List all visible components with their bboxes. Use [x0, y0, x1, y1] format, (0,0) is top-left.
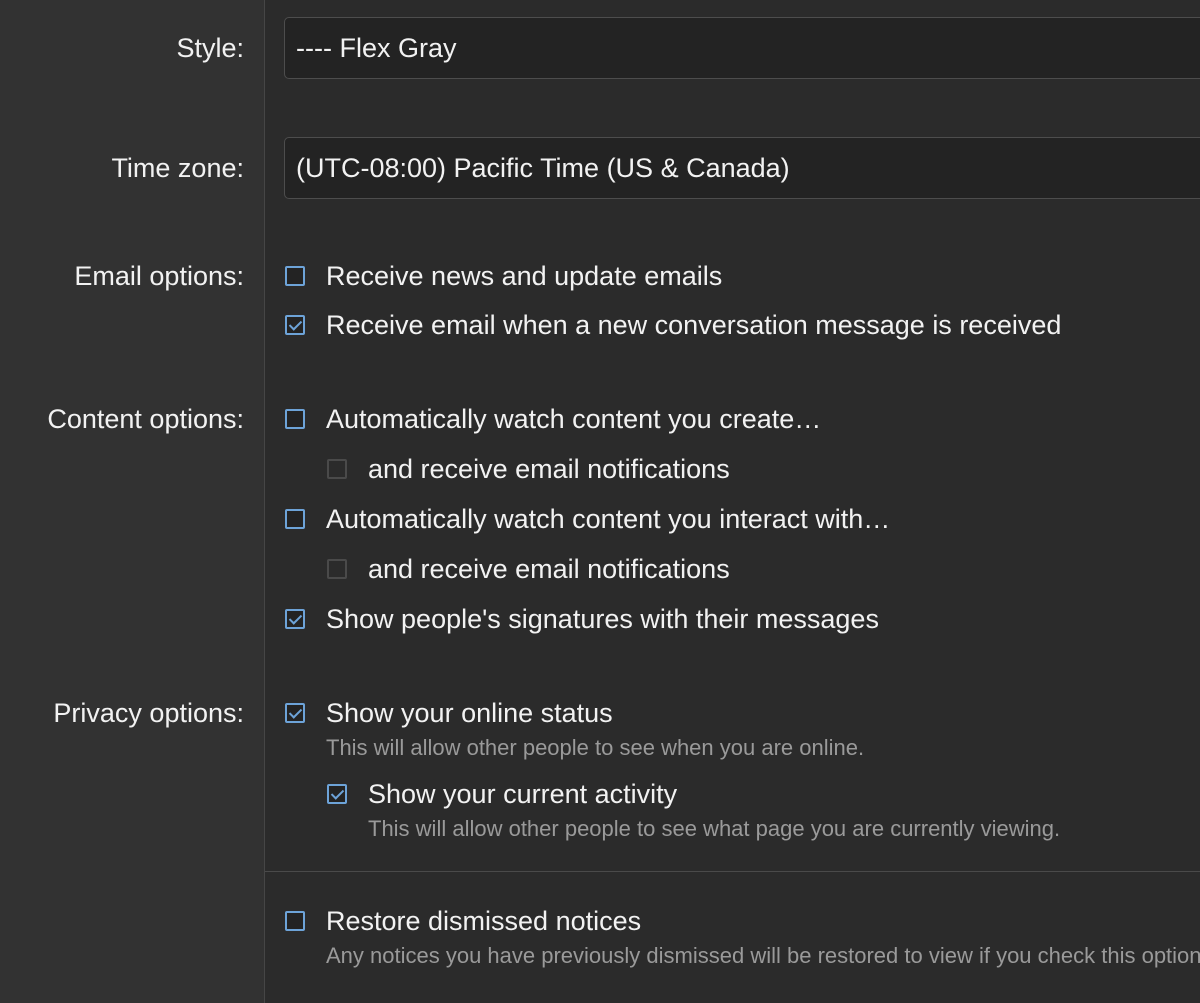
show-signatures-label: Show people's signatures with their mess…	[326, 604, 879, 634]
section-divider	[265, 871, 1200, 872]
privacy-options-label: Privacy options:	[53, 698, 244, 728]
online-status-option[interactable]: Show your online status	[285, 696, 613, 730]
watch-created-email-label: and receive email notifications	[368, 454, 730, 484]
email-options-label: Email options:	[74, 261, 244, 291]
restore-notices-option[interactable]: Restore dismissed notices	[285, 904, 641, 938]
watch-created-checkbox[interactable]	[285, 409, 305, 429]
show-signatures-checkbox[interactable]	[285, 609, 305, 629]
current-activity-option[interactable]: Show your current activity	[327, 777, 677, 811]
online-status-label: Show your online status	[326, 698, 613, 728]
watch-created-label: Automatically watch content you create…	[326, 404, 822, 434]
current-activity-hint: This will allow other people to see what…	[368, 816, 1061, 841]
style-select[interactable]: ---- Flex Gray	[284, 17, 1200, 79]
email-news-option[interactable]: Receive news and update emails	[285, 259, 722, 293]
watch-interacted-email-option[interactable]: and receive email notifications	[327, 552, 730, 586]
watch-interacted-email-label: and receive email notifications	[368, 554, 730, 584]
email-conversation-label: Receive email when a new conversation me…	[326, 310, 1062, 340]
current-activity-checkbox[interactable]	[327, 784, 347, 804]
restore-notices-hint: Any notices you have previously dismisse…	[326, 943, 1200, 968]
watch-created-email-option[interactable]: and receive email notifications	[327, 452, 730, 486]
style-label: Style:	[176, 33, 244, 63]
online-status-checkbox[interactable]	[285, 703, 305, 723]
watch-interacted-checkbox[interactable]	[285, 509, 305, 529]
online-status-hint: This will allow other people to see when…	[326, 735, 865, 760]
timezone-select-value: (UTC-08:00) Pacific Time (US & Canada)	[296, 153, 790, 183]
email-conversation-checkbox[interactable]	[285, 315, 305, 335]
watch-interacted-email-checkbox[interactable]	[327, 559, 347, 579]
timezone-select[interactable]: (UTC-08:00) Pacific Time (US & Canada)	[284, 137, 1200, 199]
time-zone-label: Time zone:	[111, 153, 244, 183]
restore-notices-checkbox[interactable]	[285, 911, 305, 931]
restore-notices-label: Restore dismissed notices	[326, 906, 642, 936]
content-options-label: Content options:	[47, 404, 244, 434]
watch-created-option[interactable]: Automatically watch content you create…	[285, 402, 821, 436]
style-select-value: ---- Flex Gray	[296, 33, 457, 63]
watch-interacted-option[interactable]: Automatically watch content you interact…	[285, 502, 890, 536]
watch-interacted-label: Automatically watch content you interact…	[326, 504, 891, 534]
current-activity-label: Show your current activity	[368, 779, 678, 809]
watch-created-email-checkbox[interactable]	[327, 459, 347, 479]
show-signatures-option[interactable]: Show people's signatures with their mess…	[285, 602, 879, 636]
email-news-checkbox[interactable]	[285, 266, 305, 286]
email-news-label: Receive news and update emails	[326, 261, 723, 291]
email-conversation-option[interactable]: Receive email when a new conversation me…	[285, 308, 1061, 342]
label-column	[0, 0, 265, 1003]
